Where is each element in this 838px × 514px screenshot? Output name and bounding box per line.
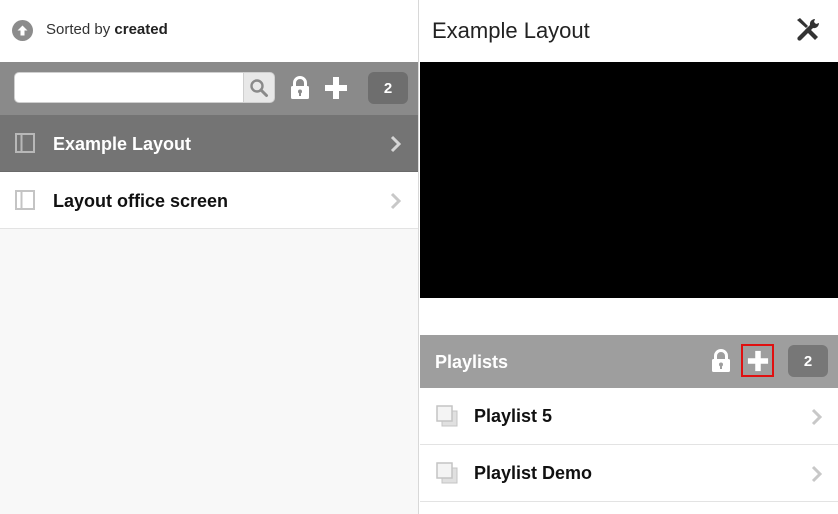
- app-window: Sorted by created 2 Example Layout Layou…: [0, 0, 838, 514]
- search-button[interactable]: [243, 72, 275, 103]
- playlists-title: Playlists: [435, 352, 509, 372]
- arrow-up-circle-icon[interactable]: [12, 20, 33, 41]
- playlist-item-label: Playlist 5: [474, 406, 553, 426]
- list-item-label: Example Layout: [53, 134, 192, 154]
- playlist-item-label: Playlist Demo: [474, 463, 593, 483]
- plus-icon: [325, 77, 347, 99]
- layout-preview: [420, 62, 838, 298]
- chevron-right-icon: [811, 408, 823, 426]
- layout-detail-pane: Example Layout Playlists 2 Playlist 5 Pl…: [418, 0, 838, 514]
- plus-icon: [747, 350, 768, 371]
- sort-bar[interactable]: Sorted by created: [0, 0, 418, 62]
- layout-icon: [15, 133, 35, 153]
- chevron-right-icon: [390, 135, 402, 153]
- add-layout-button[interactable]: [323, 75, 349, 101]
- layouts-toolbar: [0, 62, 418, 115]
- chevron-right-icon: [811, 465, 823, 483]
- playlist-item[interactable]: Playlist 5: [420, 388, 838, 445]
- lock-icon: [712, 349, 730, 372]
- playlists-lock-button[interactable]: [708, 348, 734, 374]
- lock-button[interactable]: [287, 75, 313, 101]
- page-title: Example Layout: [432, 18, 590, 43]
- search-icon: [250, 78, 268, 97]
- lock-icon: [291, 76, 309, 99]
- wrench-screwdriver-icon: [797, 18, 820, 41]
- playlists-count-badge: 2: [788, 345, 828, 377]
- chevron-right-icon: [390, 192, 402, 210]
- sort-label: Sorted by created: [46, 20, 168, 40]
- layouts-pane: Sorted by created 2 Example Layout Layou…: [0, 0, 418, 514]
- layouts-count-badge: 2: [368, 72, 408, 104]
- layout-icon: [15, 190, 35, 210]
- list-item-label: Layout office screen: [53, 191, 229, 211]
- playlist-icon: [436, 405, 458, 427]
- playlist-icon: [436, 462, 458, 484]
- list-item-example-layout[interactable]: Example Layout: [0, 115, 418, 172]
- playlists-header: Playlists 2: [420, 335, 838, 388]
- search-input[interactable]: [14, 72, 243, 103]
- sort-field: created: [114, 21, 168, 38]
- list-item-layout-office-screen[interactable]: Layout office screen: [0, 172, 418, 229]
- add-playlist-button[interactable]: [741, 344, 774, 377]
- playlist-item[interactable]: Playlist Demo: [420, 445, 838, 502]
- detail-header: Example Layout: [419, 0, 838, 62]
- sort-prefix: Sorted by: [46, 21, 111, 38]
- settings-button[interactable]: [793, 15, 823, 45]
